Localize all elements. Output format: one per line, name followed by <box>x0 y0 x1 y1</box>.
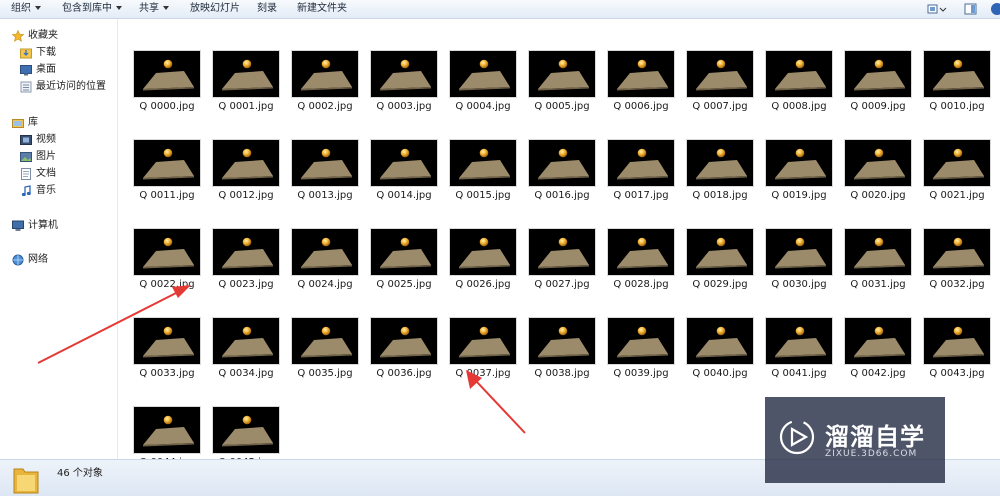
play-logo-icon <box>779 419 815 455</box>
watermark: 溜溜自学 ZIXUE.3D66.COM <box>765 397 945 483</box>
watermark-title: 溜溜自学 <box>825 423 925 451</box>
arrow-to-q0022 <box>37 285 191 364</box>
watermark-subtitle: ZIXUE.3D66.COM <box>825 449 918 459</box>
arrow-to-q0037 <box>466 370 526 434</box>
